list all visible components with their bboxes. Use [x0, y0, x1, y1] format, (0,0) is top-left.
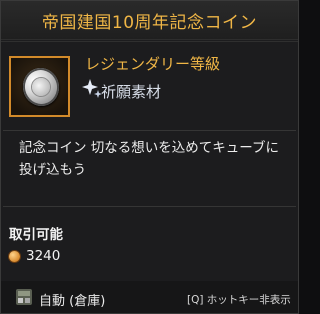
item-category: 祈願素材 — [101, 83, 162, 101]
warehouse-icon — [16, 289, 32, 305]
hide-hotkey-hint[interactable]: [Q] ホットキー非表示 — [187, 292, 291, 307]
auto-storage-label: 自動 (倉庫) — [39, 294, 106, 309]
price-value: 3240 — [26, 248, 61, 264]
item-tooltip: 帝国建国10周年記念コイン レジェンダリー等級 祈願素材 記念コイン 切なる想い… — [0, 0, 299, 314]
item-title: 帝国建国10周年記念コイン — [1, 1, 298, 40]
gold-coin-icon — [9, 250, 20, 262]
section-divider — [3, 130, 296, 131]
sparkle-icon — [82, 79, 102, 98]
silver-coin-icon — [19, 64, 63, 110]
section-divider — [3, 206, 296, 207]
item-description: 記念コイン 切なる想いを込めてキューブに投げ込もう — [19, 140, 279, 178]
price-row: 3240 — [9, 248, 60, 264]
item-grade: レジェンダリー等級 — [85, 55, 221, 73]
tradable-label: 取引可能 — [9, 227, 63, 243]
header-divider — [1, 41, 298, 42]
item-icon-slot — [9, 56, 70, 117]
